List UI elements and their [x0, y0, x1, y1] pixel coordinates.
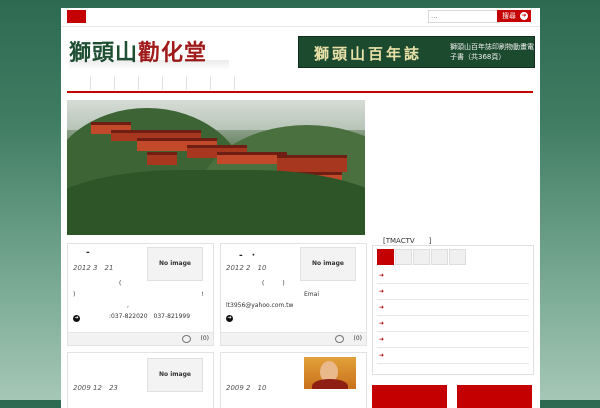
comment-icon[interactable]: [335, 335, 344, 343]
list-item[interactable]: ➜: [377, 300, 529, 316]
top-bar: ... 搜尋 ➜: [61, 8, 540, 27]
nav-item[interactable]: [67, 76, 91, 90]
logo-reflection: [69, 60, 229, 70]
list-item[interactable]: ➜: [377, 332, 529, 348]
post-thumbnail[interactable]: No image: [300, 247, 356, 281]
excerpt-line: lt3956@yahoo.com.tw: [226, 302, 294, 309]
arrow-bullet-icon: ➜: [379, 336, 385, 343]
excerpt-line: Emai: [226, 291, 319, 298]
excerpt-line: ,: [73, 302, 129, 309]
search-input[interactable]: ...: [428, 10, 500, 23]
sidebar-list: ➜ ➜ ➜ ➜ ➜ ➜: [377, 268, 529, 364]
list-item[interactable]: ➜: [377, 284, 529, 300]
list-item[interactable]: ➜: [377, 316, 529, 332]
sidebar-tab[interactable]: [431, 249, 448, 265]
nav-item[interactable]: [187, 76, 211, 90]
search-button[interactable]: 搜尋 ➜: [497, 10, 531, 22]
temple-building: [147, 152, 177, 165]
excerpt-line: ( ): [262, 280, 285, 287]
post-date: 2012 3 21: [73, 264, 114, 272]
excerpt-line: :037-822020 037-821999: [73, 313, 191, 320]
read-more-icon[interactable]: ➜: [226, 315, 233, 322]
sidebar-tab[interactable]: [413, 249, 430, 265]
comment-count[interactable]: (0): [201, 335, 210, 342]
search-button-label: 搜尋: [502, 12, 516, 20]
portrait-robe: [312, 379, 348, 389]
ad-area: [373, 100, 533, 235]
arrow-bullet-icon: ➜: [379, 320, 385, 327]
post-date: 2009 2 10: [226, 384, 267, 392]
banner-title: 獅頭山百年誌: [314, 45, 423, 63]
sidebar-tab[interactable]: [449, 249, 466, 265]
post-date: 2012 2 10: [226, 264, 267, 272]
hero-forest: [67, 170, 365, 235]
post-footer: (0): [221, 332, 366, 345]
post-excerpt: ( ) Emai lt3956@yahoo.com.tw: [226, 278, 362, 311]
nav-item[interactable]: [211, 76, 235, 90]
post-card[interactable]: - · 2012 2 10 No image ( ) Emai lt3956@y…: [220, 243, 367, 346]
post-title[interactable]: -: [86, 248, 90, 258]
nav-item[interactable]: [163, 76, 187, 90]
page-container: ... 搜尋 ➜ 獅頭山勸化堂 獅頭山百年誌 獅頭山百年誌印刷物動畫電子書（共3…: [61, 8, 540, 408]
excerpt-line: (: [119, 280, 122, 287]
home-button[interactable]: [67, 10, 86, 23]
excerpt-line: ) !: [73, 291, 204, 298]
arrow-bullet-icon: ➜: [379, 304, 385, 311]
arrow-bullet-icon: ➜: [379, 288, 385, 295]
main-nav: [67, 74, 533, 93]
arrow-right-icon: ➜: [520, 12, 528, 20]
list-item[interactable]: ➜: [377, 268, 529, 284]
header-banner[interactable]: 獅頭山百年誌 獅頭山百年誌印刷物動畫電子書（共368頁）: [298, 36, 535, 68]
comment-count[interactable]: (0): [354, 335, 363, 342]
read-more-icon[interactable]: ➜: [73, 315, 80, 322]
arrow-bullet-icon: ➜: [379, 352, 385, 359]
banner-text: 獅頭山百年誌印刷物動畫電子書（共368頁）: [450, 43, 534, 61]
sidebar-tab-box: ➜ ➜ ➜ ➜ ➜ ➜: [372, 245, 534, 375]
sidebar-button[interactable]: [457, 385, 532, 408]
sidebar-tab[interactable]: [377, 249, 394, 265]
post-excerpt: ( ) ! , :037-822020 037-821999: [73, 278, 209, 322]
post-thumbnail-photo[interactable]: [304, 357, 356, 389]
post-footer: (0): [68, 332, 213, 345]
post-thumbnail[interactable]: No image: [147, 247, 203, 281]
arrow-bullet-icon: ➜: [379, 272, 385, 279]
sidebar-tab[interactable]: [395, 249, 412, 265]
nav-item[interactable]: [91, 76, 115, 90]
post-card[interactable]: - 2012 3 21 No image ( ) ! , :037-822020…: [67, 243, 214, 346]
post-date: 2009 12 23: [73, 384, 118, 392]
nav-item[interactable]: [139, 76, 163, 90]
post-thumbnail[interactable]: No image: [147, 358, 203, 392]
temple-building: [277, 155, 347, 172]
sidebar-button[interactable]: [372, 385, 447, 408]
list-item[interactable]: ➜: [377, 348, 529, 364]
nav-item[interactable]: [115, 76, 139, 90]
hero-image[interactable]: [67, 100, 365, 235]
post-title[interactable]: - ·: [239, 248, 255, 261]
comment-icon[interactable]: [182, 335, 191, 343]
